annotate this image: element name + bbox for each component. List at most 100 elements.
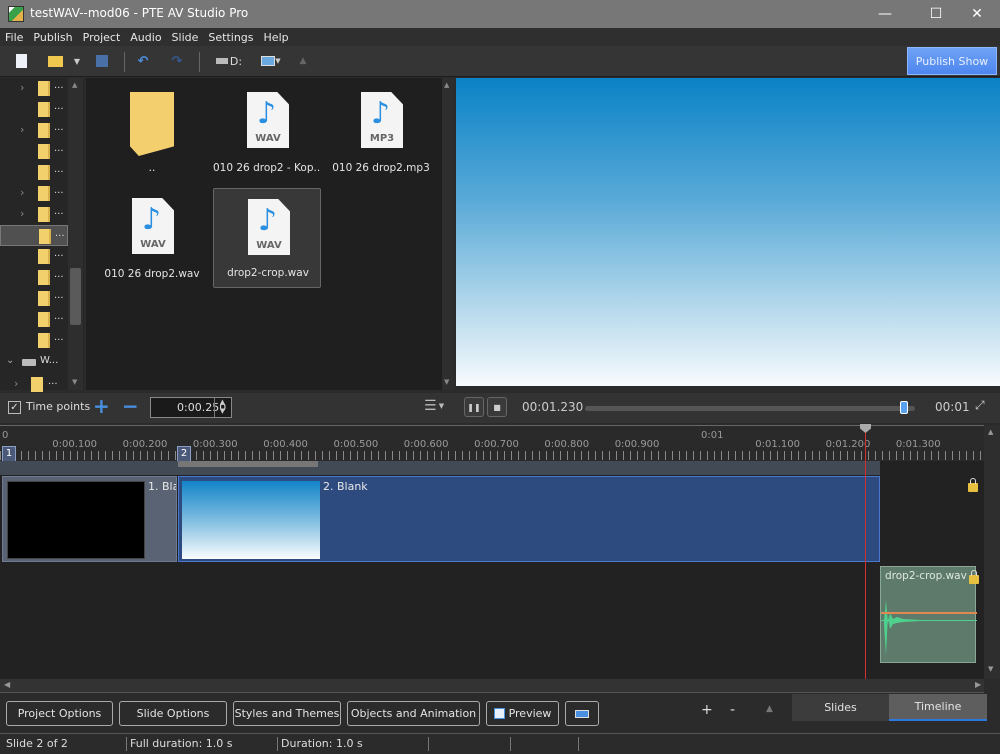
save-button[interactable] (95, 52, 109, 70)
arrow-up-icon: ▲ (766, 704, 773, 714)
transition-bar[interactable] (178, 461, 318, 467)
menu-audio[interactable]: Audio (125, 31, 166, 44)
open-dropdown-button[interactable]: ▼ (72, 52, 82, 70)
audio-clip[interactable]: drop2-crop.wav (880, 566, 979, 663)
preview-button[interactable]: Preview (486, 701, 559, 726)
lock-icon[interactable] (968, 478, 978, 492)
lock-icon[interactable] (969, 570, 979, 584)
remove-timepoint-button[interactable]: − (122, 394, 139, 418)
file-item[interactable]: ♪ WAV drop2-crop.wav (213, 188, 321, 288)
chevron-right-icon[interactable]: › (20, 186, 24, 199)
new-file-button[interactable] (14, 52, 28, 70)
tree-item[interactable]: ... (0, 267, 68, 288)
chevron-right-icon[interactable]: › (20, 207, 24, 220)
scroll-up-icon[interactable]: ▲ (988, 428, 993, 436)
tree-item[interactable]: ›... (0, 183, 68, 204)
slide-clip-2[interactable]: 2. Blank (178, 476, 880, 562)
menu-help[interactable]: Help (259, 31, 294, 44)
maximize-button[interactable]: ☐ (913, 0, 959, 28)
playback-slider[interactable] (585, 406, 915, 411)
ruler-tick-label: 0:01.200 (825, 439, 871, 450)
chevron-right-icon[interactable]: › (20, 81, 24, 94)
timeline-vertical-scrollbar[interactable]: ▲ ▼ (984, 425, 1000, 679)
toolbar: ▼ ↶ ↷ D: ▼ ▲ (0, 46, 1000, 77)
folder-icon (38, 270, 50, 285)
add-timepoint-button[interactable]: + (93, 394, 110, 418)
scroll-up-icon[interactable]: ▲ (444, 81, 449, 89)
tab-slides[interactable]: Slides (792, 694, 889, 721)
scroll-down-icon[interactable]: ▼ (72, 378, 77, 386)
menu-settings[interactable]: Settings (203, 31, 258, 44)
tree-item-label: ... (54, 248, 64, 259)
redo-button[interactable]: ↷ (170, 52, 184, 70)
slide-preview (456, 78, 1000, 386)
timeline-menu-button[interactable]: ☰ ▼ (424, 398, 444, 414)
scroll-down-icon[interactable]: ▼ (988, 665, 993, 673)
tree-item[interactable]: ... (0, 162, 68, 183)
slide-options-button[interactable]: Slide Options (119, 701, 227, 726)
file-item[interactable]: .. (98, 82, 206, 182)
playhead-line[interactable] (865, 432, 866, 680)
open-button[interactable] (46, 52, 64, 70)
file-browser-scrollbar[interactable]: ▲ ▼ (442, 78, 454, 390)
menu-slide[interactable]: Slide (167, 31, 204, 44)
playback-slider-thumb[interactable] (900, 401, 909, 414)
up-folder-button[interactable]: ▲ (298, 52, 308, 70)
tree-item[interactable]: ... (0, 330, 68, 351)
zoom-in-button[interactable]: + (701, 702, 713, 718)
drive-selector[interactable]: D: (214, 52, 244, 70)
tree-item[interactable]: ... (0, 225, 68, 246)
scroll-down-icon[interactable]: ▼ (444, 378, 449, 386)
minimize-button[interactable]: — (862, 0, 908, 28)
timepoints-checkbox[interactable]: ✓ (8, 401, 21, 414)
publish-show-button[interactable]: Publish Show (907, 47, 997, 75)
tree-item[interactable]: ... (0, 309, 68, 330)
scroll-up-icon[interactable]: ▲ (72, 81, 77, 89)
menu-publish[interactable]: Publish (28, 31, 77, 44)
tree-item[interactable]: ... (0, 99, 68, 120)
step-spinner[interactable]: ▲ ▼ (214, 398, 230, 417)
tab-timeline[interactable]: Timeline (889, 694, 987, 721)
slide-clip-1[interactable]: 1. Blank (2, 476, 177, 562)
stop-button[interactable]: ■ (487, 397, 507, 417)
timeline-horizontal-scrollbar[interactable]: ◀ ▶ (0, 679, 984, 693)
close-button[interactable]: ✕ (954, 0, 1000, 28)
tree-scrollbar[interactable]: ▲ ▼ (68, 78, 83, 390)
tree-item[interactable]: ... (0, 246, 68, 267)
fullscreen-preview-button[interactable] (565, 701, 599, 726)
collapse-button[interactable]: ▲ (766, 704, 773, 714)
menu-project[interactable]: Project (78, 31, 126, 44)
pause-button[interactable]: ❚❚ (464, 397, 484, 417)
tree-item[interactable]: ›... (0, 374, 68, 395)
volume-envelope[interactable] (881, 612, 977, 614)
tree-item[interactable]: ›... (0, 204, 68, 225)
slide-marker[interactable]: 2 (177, 446, 191, 462)
tree-item[interactable]: ›... (0, 120, 68, 141)
tree-item[interactable]: ... (0, 288, 68, 309)
scrollbar-thumb[interactable] (70, 268, 81, 325)
styles-and-themes-button[interactable]: Styles and Themes (233, 701, 341, 726)
file-item[interactable]: ♪ MP3 010 26 drop2.mp3 (327, 82, 435, 182)
menu-file[interactable]: File (0, 31, 28, 44)
chevron-right-icon[interactable]: › (14, 377, 18, 390)
fullscreen-button[interactable]: ⤢ (975, 398, 985, 413)
folder-icon (38, 165, 50, 180)
objects-and-animation-button[interactable]: Objects and Animation (347, 701, 480, 726)
spin-down-icon[interactable]: ▼ (215, 407, 230, 416)
chevron-down-icon[interactable]: ⌄ (6, 355, 14, 366)
spin-up-icon[interactable]: ▲ (215, 398, 230, 407)
chevron-right-icon[interactable]: › (20, 123, 24, 136)
project-options-button[interactable]: Project Options (6, 701, 113, 726)
file-item[interactable]: ♪ WAV 010 26 drop2 - Kop... (213, 82, 321, 182)
view-mode-button[interactable]: ▼ (259, 52, 283, 70)
tree-item-drive[interactable]: ⌄ W... (0, 353, 68, 374)
tree-item[interactable]: ... (0, 141, 68, 162)
scroll-right-icon[interactable]: ▶ (975, 680, 981, 689)
timeline-ruler[interactable]: 0 0:00.100 0:00.200 0:00.300 0:00.400 0:00.50… (0, 425, 984, 462)
file-item[interactable]: ♪ WAV 010 26 drop2.wav (98, 188, 206, 288)
undo-button[interactable]: ↶ (136, 52, 150, 70)
zoom-out-button[interactable]: - (730, 702, 735, 718)
slide-marker[interactable]: 1 (2, 446, 16, 462)
scroll-left-icon[interactable]: ◀ (4, 680, 10, 689)
tree-item[interactable]: ›... (0, 78, 68, 99)
